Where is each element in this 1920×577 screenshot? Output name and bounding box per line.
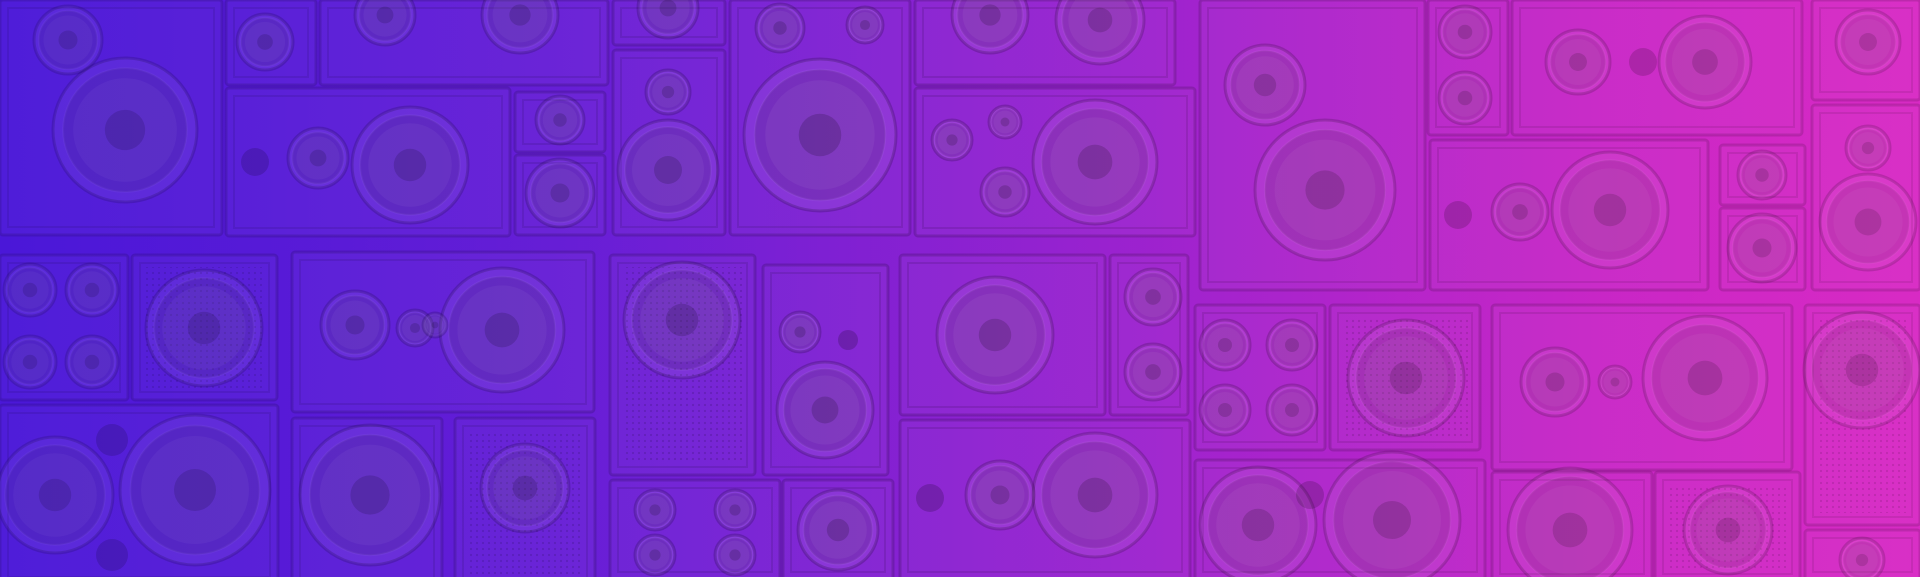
- speaker-cabinet: [290, 250, 596, 414]
- speaker-cabinet: [130, 253, 279, 402]
- speaker-cabinet: [224, 86, 512, 238]
- speaker-cabinet: [1198, 0, 1427, 292]
- speaker-cabinet: [1718, 143, 1807, 207]
- speaker-cabinet: [898, 253, 1107, 417]
- speaker-cabinet: [761, 263, 890, 477]
- speaker-cabinet: [224, 0, 318, 87]
- speaker-cabinet: [0, 403, 280, 577]
- speaker-cabinet: [1490, 466, 1654, 577]
- speaker-cabinet: [0, 253, 130, 402]
- speaker-cabinet: [1328, 303, 1482, 452]
- speaker-wall-illustration: [0, 0, 1920, 577]
- speaker-cabinet: [1802, 303, 1920, 527]
- speaker-cabinet: [898, 418, 1192, 577]
- speaker-cabinet: [1810, 103, 1920, 292]
- speaker-cabinet: [728, 0, 912, 237]
- speaker-cabinet: [318, 0, 610, 87]
- speaker-cabinet: [1428, 138, 1710, 292]
- speaker-cabinet: [1810, 0, 1920, 102]
- speaker-cabinet: [1193, 303, 1327, 452]
- speaker-cabinet: [1108, 253, 1190, 417]
- speaker-cabinet: [608, 253, 757, 477]
- speaker-cabinet: [0, 0, 224, 237]
- speaker-cabinet: [1426, 0, 1510, 137]
- speaker-cabinet: [913, 86, 1197, 238]
- speaker-wall-banner: [0, 0, 1920, 577]
- speaker-cabinet: [1653, 470, 1802, 577]
- speaker-cabinet: [453, 416, 597, 577]
- speaker-cabinet: [1193, 450, 1487, 577]
- speaker-cabinet: [781, 478, 895, 577]
- speaker-cabinet: [611, 0, 727, 47]
- speaker-cabinet: [290, 416, 444, 577]
- speaker-cabinet: [1510, 0, 1804, 137]
- speaker-cabinet: [608, 478, 782, 577]
- speaker-cabinet: [1490, 303, 1794, 472]
- speaker-cabinet: [1718, 206, 1807, 292]
- speaker-cabinet: [611, 48, 727, 237]
- speaker-cabinet: [913, 0, 1177, 87]
- speaker-cabinet: [513, 153, 607, 237]
- speaker-cabinet: [513, 90, 607, 154]
- speaker-cabinet: [1803, 528, 1920, 577]
